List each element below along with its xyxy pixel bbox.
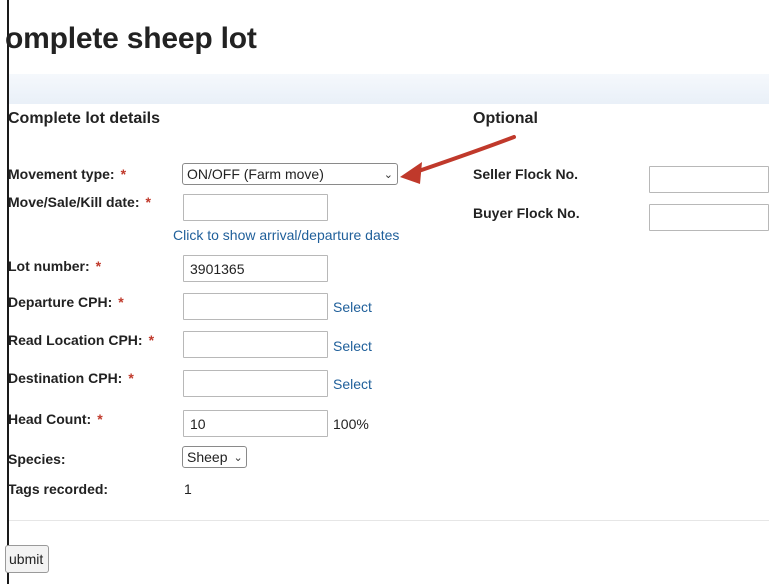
movement-type-value: ON/OFF (Farm move) (187, 166, 324, 182)
form-divider (9, 520, 769, 521)
tags-recorded-value: 1 (184, 481, 192, 497)
chevron-down-icon: ⌄ (233, 451, 243, 464)
required-marker: * (145, 194, 151, 210)
lot-number-label: Lot number: * (8, 258, 102, 274)
read-location-cph-input[interactable] (183, 331, 328, 358)
destination-cph-label: Destination CPH: * (8, 370, 134, 386)
section-title-optional: Optional (473, 110, 538, 127)
read-location-cph-select-link[interactable]: Select (333, 338, 372, 354)
departure-cph-select-link[interactable]: Select (333, 299, 372, 315)
move-date-input[interactable] (183, 194, 328, 221)
tags-recorded-label: Tags recorded: (8, 481, 109, 497)
head-count-input[interactable] (183, 410, 328, 437)
page-title: omplete sheep lot (5, 22, 257, 55)
departure-cph-input[interactable] (183, 293, 328, 320)
show-dates-link[interactable]: Click to show arrival/departure dates (173, 227, 399, 243)
destination-cph-input[interactable] (183, 370, 328, 397)
destination-cph-select-link[interactable]: Select (333, 376, 372, 392)
seller-flock-input[interactable] (649, 166, 769, 193)
required-marker: * (118, 294, 124, 310)
header-band (9, 74, 769, 104)
head-count-label: Head Count: * (8, 411, 103, 427)
species-value: Sheep (187, 449, 228, 465)
required-marker: * (95, 258, 102, 274)
section-title-details: Complete lot details (8, 110, 161, 127)
required-marker: * (97, 411, 103, 427)
buyer-flock-input[interactable] (649, 204, 769, 231)
lot-number-input[interactable] (183, 255, 328, 282)
submit-button[interactable]: ubmit (5, 545, 49, 573)
movement-type-label: Movement type: * (8, 166, 127, 182)
read-location-cph-label: Read Location CPH: * (8, 332, 155, 348)
red-arrow-annotation (400, 135, 516, 184)
head-count-percent: 100% (333, 416, 369, 432)
move-date-label: Move/Sale/Kill date: * (8, 194, 151, 210)
required-marker: * (128, 370, 134, 386)
buyer-flock-label: Buyer Flock No. (473, 205, 580, 221)
departure-cph-label: Departure CPH: * (8, 294, 124, 310)
movement-type-select[interactable]: ON/OFF (Farm move) ⌄ (182, 163, 398, 185)
species-label: Species: (8, 451, 66, 467)
species-select[interactable]: Sheep ⌄ (182, 446, 247, 468)
required-marker: * (148, 332, 155, 348)
required-marker: * (120, 166, 127, 182)
